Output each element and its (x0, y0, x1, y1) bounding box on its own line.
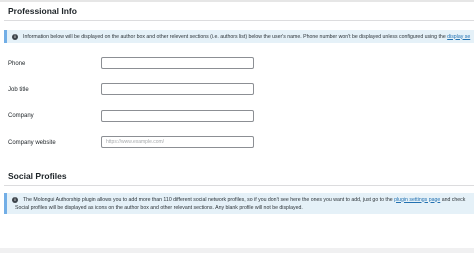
social-profiles-title: Social Profiles (8, 171, 67, 181)
company-input[interactable] (101, 110, 254, 122)
info-icon: i (12, 33, 18, 40)
phone-input[interactable] (101, 57, 254, 69)
notice-line-2: Social profiles will be displayed as ico… (15, 204, 303, 211)
job-title-label: Job title (8, 87, 29, 93)
notice-text-body: Information below will be displayed on t… (23, 33, 446, 40)
professional-info-title: Professional Info (8, 6, 77, 16)
company-label: Company (8, 113, 34, 119)
company-website-label: Company website (8, 140, 56, 146)
notice-line-1-end: and check (441, 196, 466, 203)
section-divider (4, 20, 474, 21)
display-settings-link[interactable]: display se (447, 34, 470, 40)
company-website-input[interactable] (101, 136, 254, 148)
notice-line-1: The Molongui Authorship plugin allows yo… (23, 196, 465, 204)
phone-label: Phone (8, 61, 26, 67)
profile-settings-page: Professional Info i Information below wi… (0, 0, 474, 253)
notice-line-1-text: The Molongui Authorship plugin allows yo… (23, 196, 393, 203)
top-border (0, 0, 474, 2)
notice-text: Information below will be displayed on t… (23, 33, 470, 41)
social-profiles-notice: i The Molongui Authorship plugin allows … (4, 193, 474, 214)
section-divider (4, 185, 474, 186)
info-icon: i (12, 196, 18, 203)
plugin-settings-link[interactable]: plugin settings page (394, 197, 440, 203)
professional-info-notice: i Information below will be displayed on… (4, 30, 474, 43)
page-footer-band (0, 248, 474, 253)
job-title-input[interactable] (101, 83, 254, 95)
